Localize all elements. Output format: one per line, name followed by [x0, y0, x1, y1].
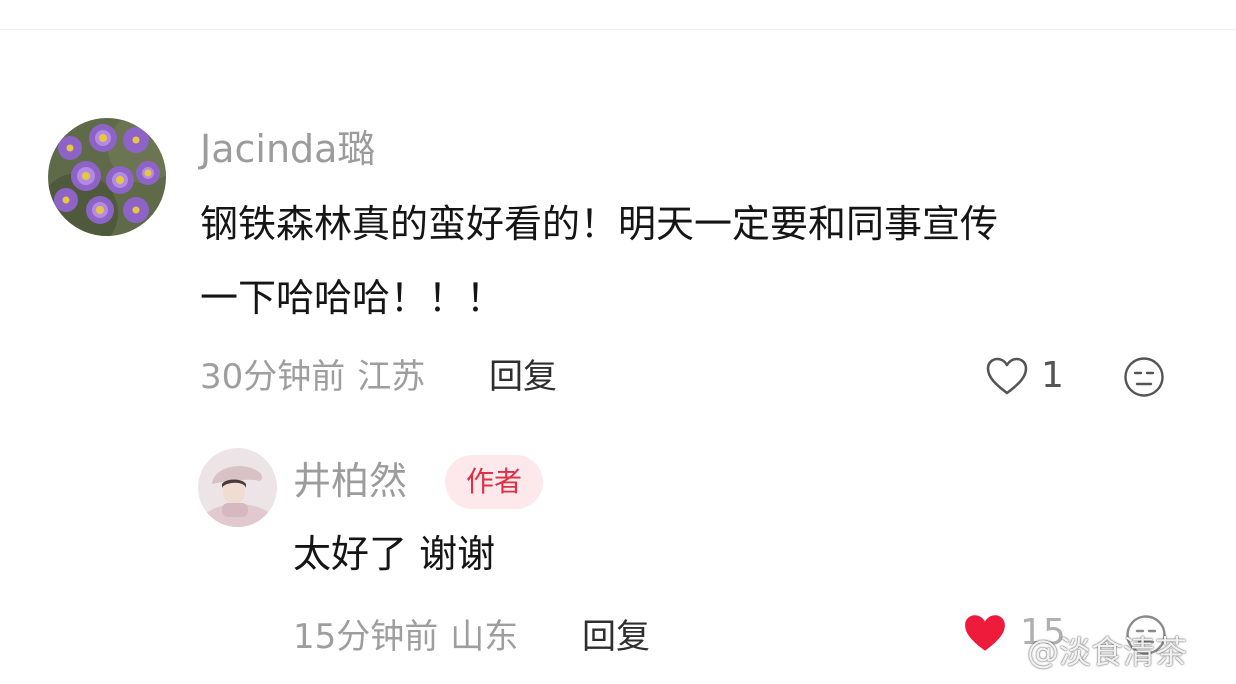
- avatar[interactable]: [48, 118, 166, 236]
- comment-dislike-button[interactable]: [1123, 356, 1165, 398]
- reply-username[interactable]: 井柏然: [293, 462, 407, 500]
- comment-text-line-2: 一下哈哈哈！！！: [200, 276, 505, 320]
- comment-location: 江苏: [357, 357, 426, 397]
- top-divider: [0, 29, 1236, 30]
- comment-text-line-1: 钢铁森林真的蛮好看的！明天一定要和同事宣传: [200, 202, 999, 246]
- unamused-face-icon: [1124, 357, 1164, 397]
- comment-like-count: 1: [1041, 355, 1064, 396]
- person-in-hat-avatar-icon: [198, 448, 277, 527]
- comment-reply-button[interactable]: 回复: [489, 360, 557, 394]
- reply-location: 山东: [450, 617, 519, 657]
- reply-reply-button[interactable]: 回复: [582, 620, 650, 654]
- reply-meta: 15分钟前 山东: [293, 620, 518, 654]
- purple-flowers-avatar-icon: [48, 118, 166, 236]
- reply-avatar[interactable]: [198, 448, 277, 527]
- heart-outline-icon: [986, 357, 1028, 395]
- author-badge: 作者: [445, 455, 543, 509]
- watermark: @淡食清茶: [1027, 633, 1188, 671]
- reply-time: 15分钟前: [293, 617, 439, 657]
- comment-meta: 30分钟前 江苏: [200, 360, 425, 394]
- reply-text: 太好了 谢谢: [293, 532, 496, 576]
- comment-like-button[interactable]: 1: [985, 356, 1064, 396]
- heart-filled-icon: [965, 615, 1005, 651]
- comment-time: 30分钟前: [200, 357, 346, 397]
- comment-username[interactable]: Jacinda璐: [200, 130, 375, 168]
